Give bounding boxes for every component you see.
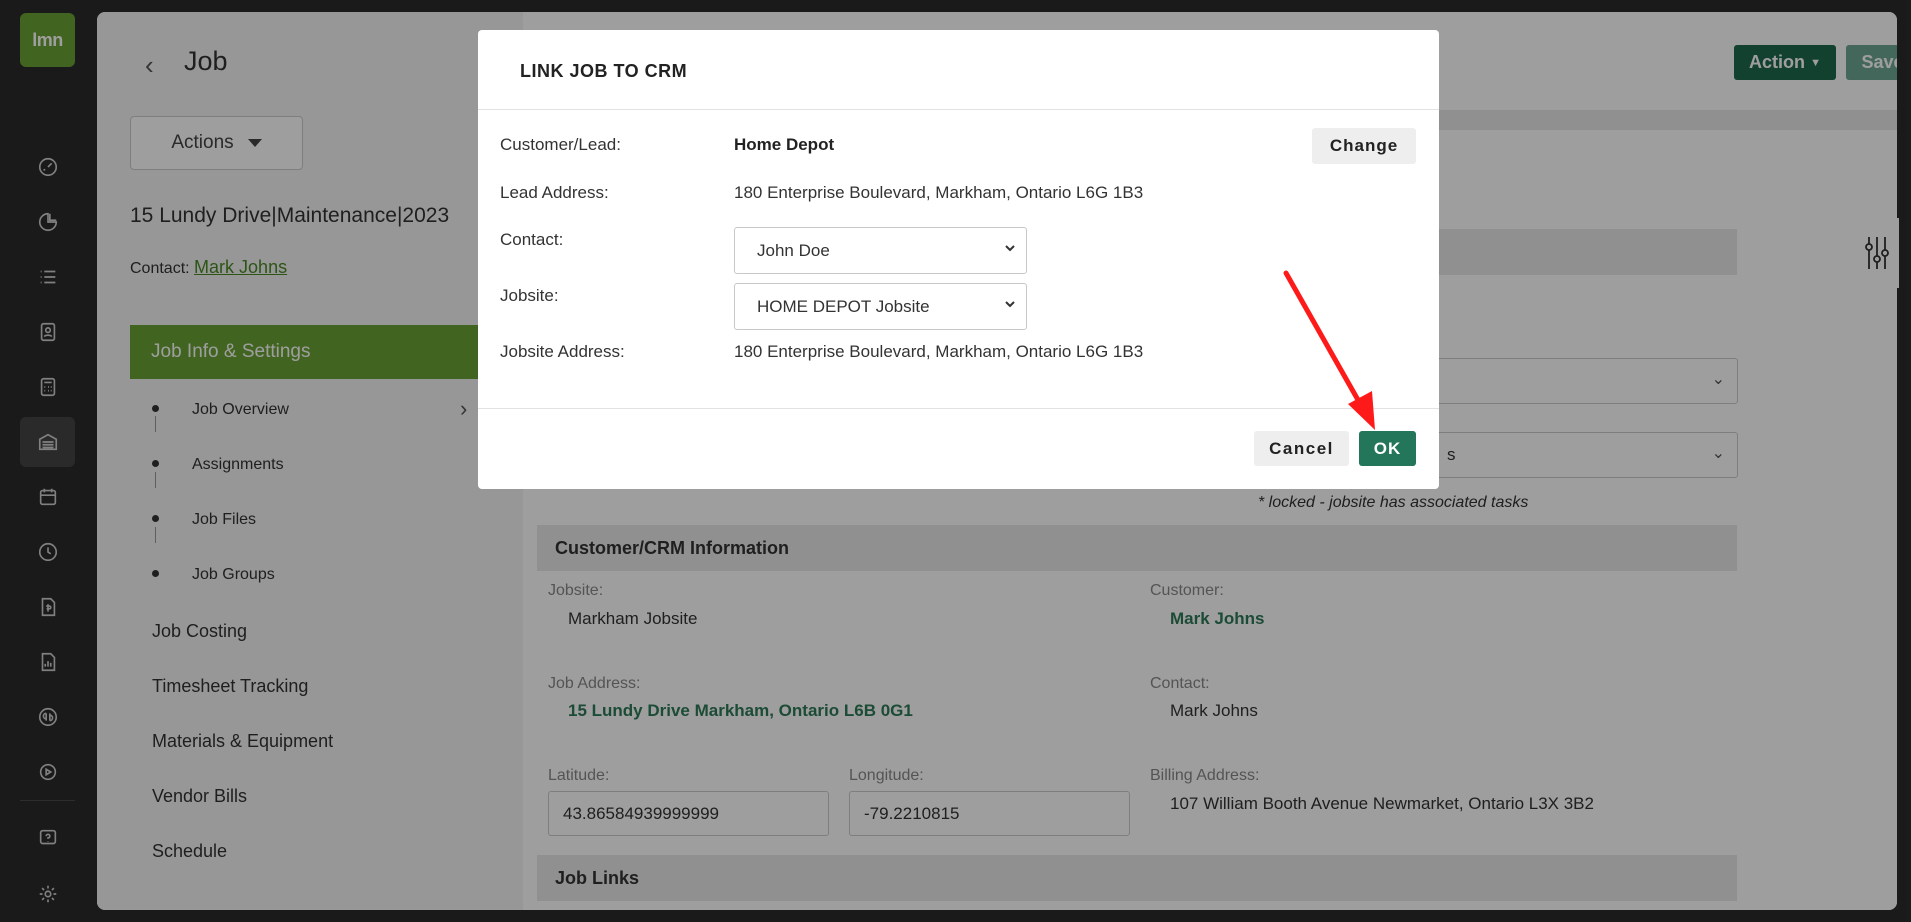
customer-lead-label: Customer/Lead:	[500, 135, 621, 154]
jobsite-address-value: 180 Enterprise Boulevard, Markham, Ontar…	[734, 342, 1144, 361]
ok-button[interactable]: OK	[1359, 431, 1416, 466]
modal-header: LINK JOB TO CRM	[478, 30, 1439, 110]
customer-lead-value: Home Depot	[734, 135, 835, 154]
jobsite-select[interactable]: HOME DEPOT Jobsite	[734, 283, 1027, 330]
modal-title: LINK JOB TO CRM	[520, 61, 688, 81]
chevron-down-icon	[1002, 296, 1018, 312]
link-job-to-crm-modal: LINK JOB TO CRM Customer/Lead: Home Depo…	[478, 30, 1439, 489]
lead-address-value: 180 Enterprise Boulevard, Markham, Ontar…	[734, 183, 1144, 202]
jobsite-address-label: Jobsite Address:	[500, 342, 625, 361]
chevron-down-icon	[1002, 240, 1018, 256]
contact-select-value: John Doe	[757, 240, 830, 260]
lead-address-label: Lead Address:	[500, 183, 609, 202]
jobsite-select-value: HOME DEPOT Jobsite	[757, 296, 930, 316]
jobsite-label: Jobsite:	[500, 286, 559, 305]
contact-label: Contact:	[500, 230, 564, 249]
cancel-button[interactable]: Cancel	[1254, 431, 1349, 466]
modal-footer-divider	[478, 408, 1439, 409]
contact-select[interactable]: John Doe	[734, 227, 1027, 274]
change-button[interactable]: Change	[1312, 128, 1416, 164]
